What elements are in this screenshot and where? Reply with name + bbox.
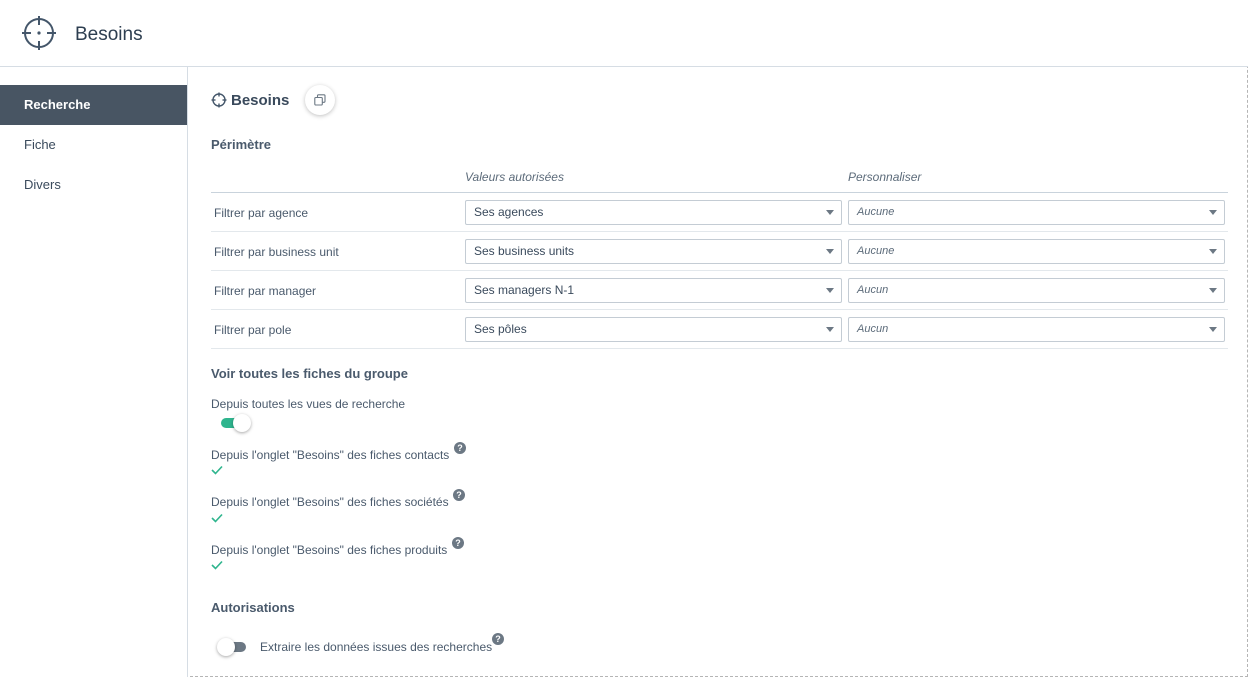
- select-value: Ses pôles: [474, 322, 527, 336]
- contacts-option-label: Depuis l'onglet "Besoins" des fiches con…: [211, 448, 450, 462]
- section-title-perimetre: Périmètre: [211, 137, 271, 152]
- caret-down-icon: [826, 249, 834, 254]
- copy-button[interactable]: [305, 85, 335, 115]
- help-icon[interactable]: ?: [492, 633, 504, 645]
- section-title-autorisations: Autorisations: [211, 600, 295, 615]
- row-label: Filtrer par manager: [214, 284, 317, 298]
- caret-down-icon: [826, 210, 834, 215]
- select-value: Ses business units: [474, 244, 575, 258]
- select-value: Ses agences: [474, 205, 544, 219]
- sidebar-item-recherche[interactable]: Recherche: [0, 85, 187, 125]
- row-label: Filtrer par business unit: [214, 245, 339, 259]
- values-select-agence[interactable]: Ses agences: [465, 200, 842, 225]
- values-select-pole[interactable]: Ses pôles: [465, 317, 842, 342]
- caret-down-icon: [1209, 210, 1217, 215]
- copy-icon: [314, 94, 326, 106]
- help-icon[interactable]: ?: [452, 537, 464, 549]
- main-content: Besoins Périmètre Valeurs autorisées Per…: [188, 67, 1247, 677]
- societes-checkmark-icon[interactable]: [211, 513, 223, 523]
- filter-row-manager: Filtrer par manager Ses managers N-1 Auc…: [211, 271, 1228, 310]
- toggle-knob: [217, 638, 235, 656]
- header-title: Besoins: [75, 24, 143, 45]
- filter-row-agence: Filtrer par agence Ses agences Aucune: [211, 193, 1228, 232]
- help-icon[interactable]: ?: [454, 442, 466, 454]
- search-views-label: Depuis toutes les vues de recherche: [211, 397, 406, 411]
- select-value: Aucun: [857, 284, 889, 296]
- crosshair-icon: [211, 92, 227, 108]
- export-option-label: Extraire les données issues des recherch…: [260, 640, 493, 654]
- page-title: Besoins: [231, 92, 290, 109]
- custom-select-pole[interactable]: Aucun: [848, 317, 1225, 342]
- select-value: Aucune: [857, 245, 895, 257]
- custom-select-agence[interactable]: Aucune: [848, 200, 1225, 225]
- values-select-business-unit[interactable]: Ses business units: [465, 239, 842, 264]
- produits-checkmark-icon[interactable]: [211, 560, 223, 570]
- export-toggle[interactable]: [217, 637, 249, 657]
- custom-select-business-unit[interactable]: Aucune: [848, 239, 1225, 264]
- caret-down-icon: [826, 327, 834, 332]
- column-header-custom: Personnaliser: [848, 170, 922, 184]
- values-select-manager[interactable]: Ses managers N-1: [465, 278, 842, 303]
- column-header-values: Valeurs autorisées: [465, 170, 564, 184]
- app-header: Besoins: [0, 0, 1248, 67]
- caret-down-icon: [1209, 288, 1217, 293]
- crosshair-icon: [22, 16, 56, 50]
- select-value: Aucun: [857, 323, 889, 335]
- sidebar-item-divers[interactable]: Divers: [0, 165, 187, 205]
- sidebar-item-fiche[interactable]: Fiche: [0, 125, 187, 165]
- filter-row-business-unit: Filtrer par business unit Ses business u…: [211, 232, 1228, 271]
- sidebar: Recherche Fiche Divers: [0, 67, 188, 677]
- contacts-checkmark-icon[interactable]: [211, 465, 223, 475]
- caret-down-icon: [826, 288, 834, 293]
- custom-select-manager[interactable]: Aucun: [848, 278, 1225, 303]
- help-icon[interactable]: ?: [453, 489, 465, 501]
- societes-option-label: Depuis l'onglet "Besoins" des fiches soc…: [211, 495, 449, 509]
- filter-row-pole: Filtrer par pole Ses pôles Aucun: [211, 310, 1228, 349]
- toggle-knob: [233, 414, 251, 432]
- row-label: Filtrer par agence: [214, 206, 309, 220]
- row-label: Filtrer par pole: [214, 323, 292, 337]
- select-value: Aucune: [857, 206, 895, 218]
- select-value: Ses managers N-1: [474, 283, 575, 297]
- caret-down-icon: [1209, 327, 1217, 332]
- search-views-toggle[interactable]: [220, 413, 252, 433]
- section-title-group: Voir toutes les fiches du groupe: [211, 366, 408, 381]
- produits-option-label: Depuis l'onglet "Besoins" des fiches pro…: [211, 543, 448, 557]
- caret-down-icon: [1209, 249, 1217, 254]
